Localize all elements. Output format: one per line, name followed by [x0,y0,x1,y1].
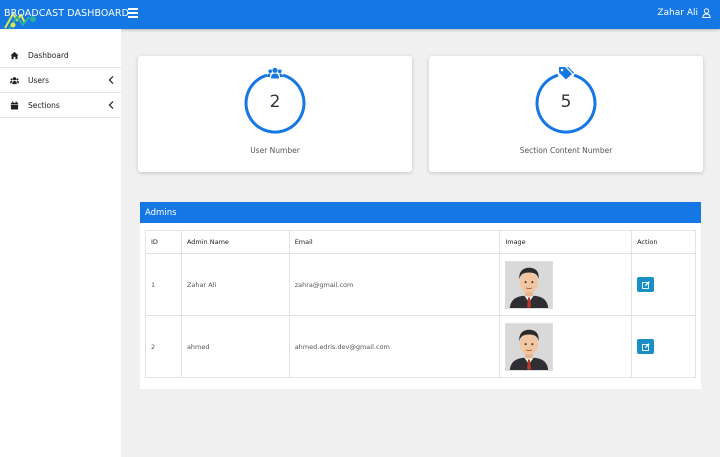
column-header: Action [631,230,696,254]
sidebar-item-label: Dashboard [28,51,69,60]
admins-table: ID Admin Name Email Image Action 1 Zahar… [145,230,696,378]
cell-email: zahra@gmail.com [288,253,501,316]
cell-id: 2 [145,315,182,378]
sidebar-item-label: Sections [28,101,60,110]
cell-image [499,253,633,316]
stat-card-sections: 5 Section Content Number [429,56,703,172]
avatar[interactable] [505,260,554,309]
user-icon [702,8,711,18]
sidebar-item-dashboard[interactable]: Dashboard [0,43,121,68]
section-count-value: 5 [560,92,572,112]
table-row: 1 Zahar Ali zahra@gmail.com [145,253,696,316]
cell-image [499,315,633,378]
home-icon [10,51,19,60]
user-count-value: 2 [269,92,281,112]
chevron-left-icon [108,76,114,84]
user-menu[interactable]: Zahar Ali [657,8,711,18]
sidebar: Dashboard Users Sections [0,29,121,457]
menu-toggle-icon[interactable] [128,8,138,20]
users-icon [267,67,283,79]
section-count-caption: Section Content Number [519,146,613,155]
sidebar-item-users[interactable]: Users [0,68,121,93]
cell-action [631,253,696,316]
users-icon [10,77,19,85]
top-navbar: BROADCAST DASHBOARD Zahar Ali [0,0,720,30]
chevron-left-icon [108,101,114,109]
admins-panel: Admins ID Admin Name Email Image Action … [140,202,701,389]
table-header-row: ID Admin Name Email Image Action [145,230,696,254]
cell-action [631,315,696,378]
user-name: Zahar Ali [657,8,698,18]
cell-name: Zahar Ali [180,253,290,316]
cell-name: ahmed [180,315,290,378]
column-header: Email [288,230,501,254]
tags-icon [559,67,574,80]
sidebar-item-label: Users [28,76,50,85]
user-count-caption: User Number [250,146,300,155]
column-header: ID [145,230,182,254]
cell-email: ahmed.edris.dev@gmail.com [288,315,501,378]
sidebar-item-sections[interactable]: Sections [0,93,121,118]
edit-button[interactable] [637,277,655,292]
brand-title[interactable]: BROADCAST DASHBOARD [4,8,129,19]
avatar[interactable] [505,322,554,371]
column-header: Image [499,230,633,254]
edit-icon [641,280,650,289]
admins-panel-title: Admins [140,202,701,223]
edit-icon [641,342,650,351]
calendar-icon [10,101,19,110]
edit-button[interactable] [637,339,655,354]
table-row: 2 ahmed ahmed.edris.dev@gmail.com [145,315,696,378]
column-header: Admin Name [180,230,290,254]
stat-card-users: 2 User Number [138,56,412,172]
cell-id: 1 [145,253,182,316]
